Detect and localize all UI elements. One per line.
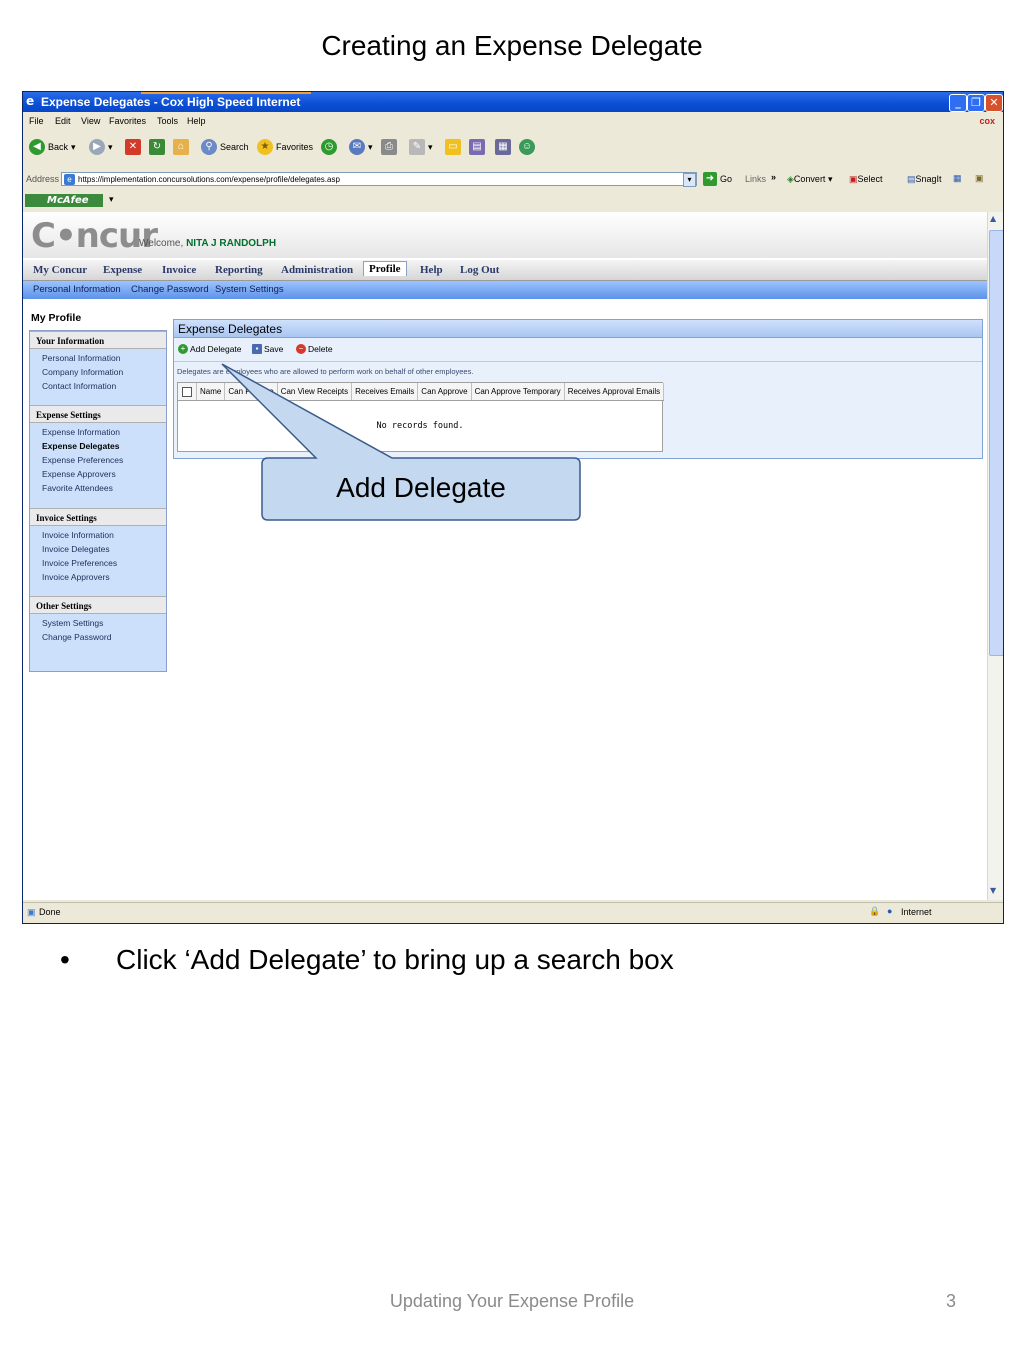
page-number: 3 xyxy=(946,1291,957,1311)
slide-footer: Updating Your Expense Profile xyxy=(389,1291,635,1311)
callout-bubble xyxy=(221,363,581,521)
bullet-text: Click ‘Add Delegate’ to bring up a searc… xyxy=(116,944,674,975)
callout-text: Add Delegate xyxy=(336,472,506,503)
bullet-marker: • xyxy=(60,944,70,975)
